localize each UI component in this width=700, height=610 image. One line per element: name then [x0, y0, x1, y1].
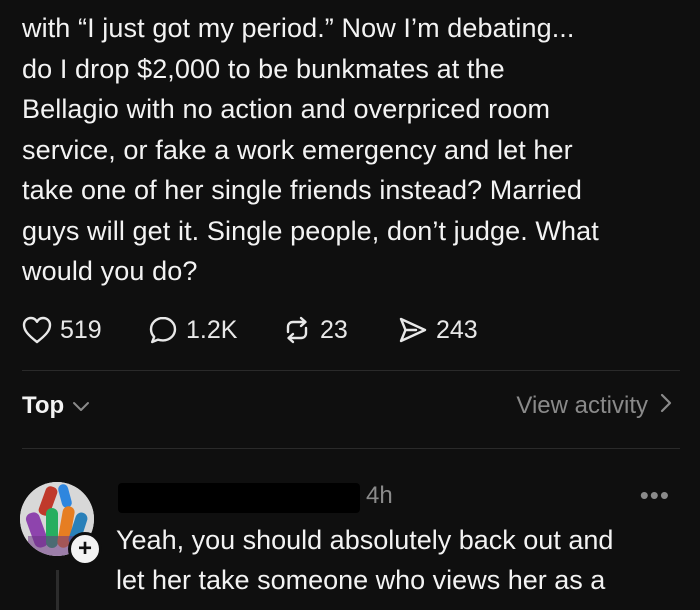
reply-button[interactable]: 1.2K	[148, 313, 237, 347]
post-body-line: Bellagio with no action and overpriced r…	[22, 94, 551, 124]
like-count: 519	[60, 315, 102, 344]
divider	[22, 370, 680, 371]
plus-icon: +	[77, 535, 92, 562]
follow-button[interactable]: +	[68, 532, 102, 566]
reply-body-line: Yeah, you should absolutely back out and	[116, 525, 614, 555]
more-dots-icon[interactable]: •••	[640, 480, 670, 511]
view-activity-label: View activity	[516, 392, 648, 419]
like-button[interactable]: 519	[22, 313, 102, 347]
reply-item: + 4h ••• Yeah, you should absolutely bac…	[0, 478, 700, 610]
redacted-username	[118, 483, 360, 513]
replies-sort-bar: Top View activity	[22, 392, 672, 428]
repost-count: 23	[320, 315, 348, 344]
thread-line	[56, 570, 59, 610]
sort-dropdown[interactable]: Top	[22, 392, 90, 420]
sort-label: Top	[22, 392, 65, 419]
reply-body: Yeah, you should absolutely back out and…	[116, 520, 696, 600]
post-body-line: guys will get it. Single people, don’t j…	[22, 215, 599, 246]
speech-bubble-icon	[148, 315, 178, 345]
reply-body-line: let her take someone who views her as a	[116, 565, 606, 595]
post-action-bar: 519 1.2K 23 243	[22, 313, 682, 347]
view-activity-link[interactable]: View activity	[516, 392, 672, 420]
reply-timestamp: 4h	[366, 482, 393, 509]
chevron-right-icon	[660, 392, 672, 420]
share-count: 243	[436, 315, 478, 344]
post-body: with “I just got my period.” Now I’m deb…	[22, 8, 682, 292]
repost-arrows-icon	[282, 315, 312, 345]
divider	[22, 448, 680, 449]
post-body-line: do I drop $2,000 to be bunkmates at the	[22, 53, 505, 84]
post-body-line: with “I just got my period.” Now I’m deb…	[22, 13, 575, 43]
post-body-line: would you do?	[22, 256, 198, 286]
reply-count: 1.2K	[186, 315, 238, 344]
chevron-down-icon	[72, 392, 90, 420]
paper-plane-icon	[398, 315, 428, 345]
post-body-line: service, or fake a work emergency and le…	[22, 134, 573, 165]
repost-button[interactable]: 23	[282, 313, 348, 347]
post-body-line: take one of her single friends instead? …	[22, 175, 583, 205]
heart-icon	[22, 316, 52, 344]
share-button[interactable]: 243	[398, 313, 478, 347]
